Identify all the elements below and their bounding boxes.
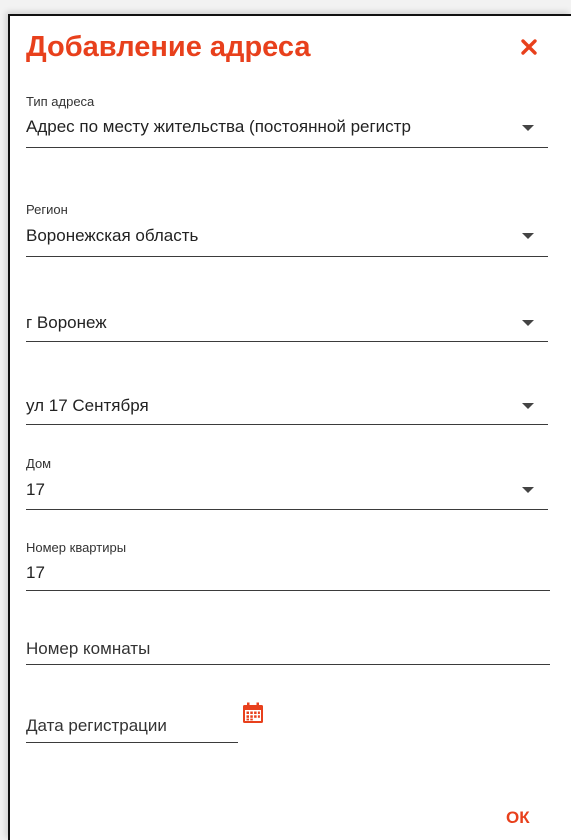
chevron-down-icon bbox=[522, 487, 534, 493]
dialog-title: Добавление адреса bbox=[26, 31, 311, 63]
region-label: Регион bbox=[26, 202, 68, 217]
apartment-input[interactable]: Номер квартиры 17 bbox=[26, 538, 550, 591]
apartment-label: Номер квартиры bbox=[26, 540, 127, 555]
chevron-down-icon bbox=[522, 125, 534, 131]
close-icon[interactable] bbox=[518, 36, 540, 58]
street-select[interactable]: ул 17 Сентября bbox=[26, 393, 548, 425]
address-type-select[interactable]: Тип адреса Адрес по месту жительства (по… bbox=[26, 92, 548, 148]
room-placeholder: Номер комнаты bbox=[26, 639, 151, 658]
room-input[interactable]: Номер комнаты bbox=[26, 637, 550, 665]
city-select[interactable]: г Воронеж bbox=[26, 310, 548, 342]
address-type-label: Тип адреса bbox=[26, 94, 95, 109]
house-select[interactable]: Дом 17 bbox=[26, 454, 548, 510]
city-value: г Воронеж bbox=[26, 313, 107, 332]
apartment-value: 17 bbox=[26, 563, 45, 582]
chevron-down-icon bbox=[522, 233, 534, 239]
chevron-down-icon bbox=[522, 403, 534, 409]
chevron-down-icon bbox=[522, 320, 534, 326]
registration-date-input[interactable]: Дата регистрации bbox=[26, 713, 238, 743]
registration-date-placeholder: Дата регистрации bbox=[26, 716, 167, 735]
region-value: Воронежская область bbox=[26, 226, 199, 245]
house-label: Дом bbox=[26, 456, 52, 471]
ok-button[interactable]: ОК bbox=[506, 808, 530, 828]
region-select[interactable]: Регион Воронежская область bbox=[26, 200, 548, 257]
street-value: ул 17 Сентября bbox=[26, 396, 149, 415]
house-value: 17 bbox=[26, 480, 45, 499]
calendar-icon[interactable] bbox=[242, 702, 264, 724]
address-type-value: Адрес по месту жительства (постоянной ре… bbox=[26, 117, 411, 136]
